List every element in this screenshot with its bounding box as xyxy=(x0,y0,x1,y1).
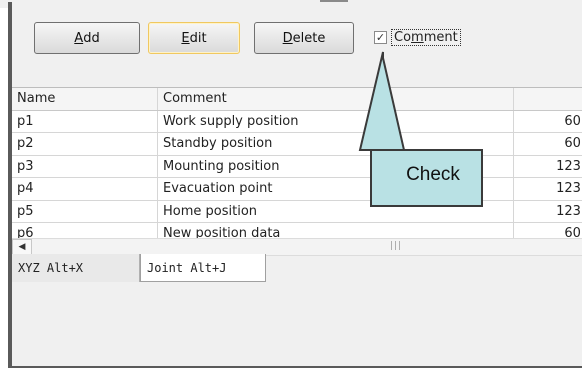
callout-bubble xyxy=(358,51,483,207)
callout-label: Check xyxy=(406,164,460,185)
